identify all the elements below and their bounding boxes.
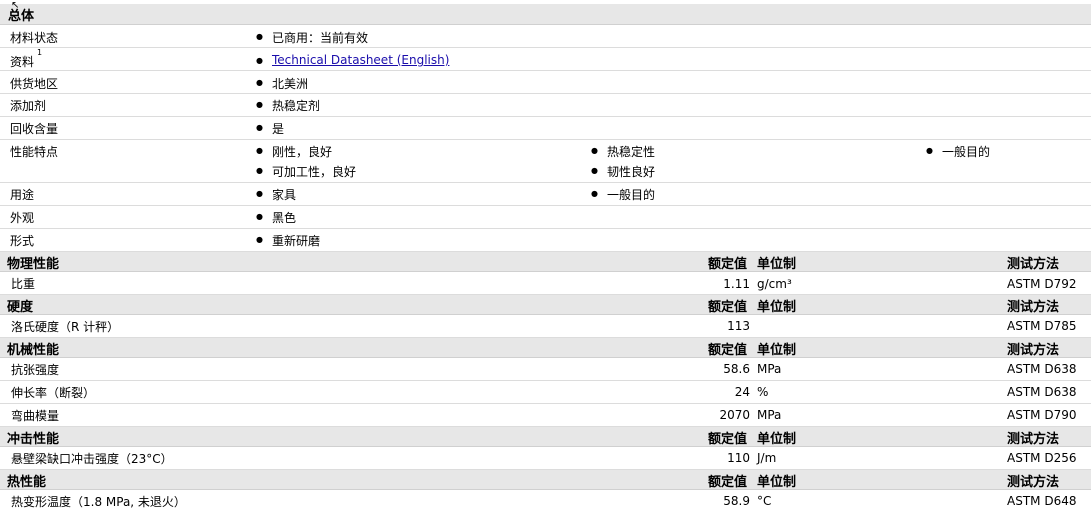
section-header-general: 总体	[0, 4, 1091, 25]
property-method: ASTM D648	[1007, 494, 1077, 508]
col-unit: 单位制	[757, 343, 797, 358]
row-item: 热稳定性	[591, 143, 655, 160]
general-row: 添加剂 热稳定剂	[0, 94, 1091, 117]
property-row: 弯曲模量 2070 MPa ASTM D790	[0, 404, 1091, 427]
section-header-physical: 物理性能 额定值 单位制 测试方法	[0, 252, 1091, 272]
col-nominal: 额定值	[708, 343, 748, 358]
general-row: 材料状态 已商用：当前有效	[0, 25, 1091, 48]
section-header-impact: 冲击性能 额定值 单位制 测试方法	[0, 427, 1091, 447]
property-row: 伸长率（断裂） 24 % ASTM D638	[0, 381, 1091, 404]
section-title: 热性能	[7, 475, 47, 490]
col-method: 测试方法	[1007, 432, 1060, 447]
general-row: 形式 重新研磨	[0, 229, 1091, 252]
property-value: 58.6	[723, 362, 750, 376]
label-text: 资料	[10, 55, 35, 69]
general-row: 外观 黑色	[0, 206, 1091, 229]
section-header-mechanical: 机械性能 额定值 单位制 测试方法	[0, 338, 1091, 358]
property-value: 113	[727, 319, 750, 333]
general-row: 资料1 Technical Datasheet (English)	[0, 48, 1091, 71]
property-row: 比重 1.11 g/cm³ ASTM D792	[0, 272, 1091, 295]
property-unit: MPa	[757, 408, 782, 422]
cursor-icon: ↖	[11, 0, 20, 11]
col-method: 测试方法	[1007, 257, 1060, 272]
property-value: 58.9	[723, 494, 750, 508]
row-item: 重新研磨	[256, 232, 320, 249]
row-label: 用途	[10, 188, 35, 202]
col-nominal: 额定值	[708, 475, 748, 490]
row-item: 一般目的	[926, 143, 990, 160]
col-nominal: 额定值	[708, 257, 748, 272]
general-row: 回收含量 是	[0, 117, 1091, 140]
col-unit: 单位制	[757, 432, 797, 447]
property-value: 2070	[719, 408, 750, 422]
section-title: 物理性能	[7, 257, 60, 272]
row-label: 外观	[10, 211, 35, 225]
row-label: 材料状态	[10, 31, 59, 45]
row-label: 添加剂	[10, 99, 47, 113]
property-row: 悬壁梁缺口冲击强度（23°C） 110 J/m ASTM D256	[0, 447, 1091, 470]
property-method: ASTM D638	[1007, 385, 1077, 399]
property-row: 洛氏硬度（R 计秤） 113 ASTM D785	[0, 315, 1091, 338]
footnote-marker: 1	[37, 48, 43, 57]
property-unit: °C	[757, 494, 772, 508]
row-label: 回收含量	[10, 122, 59, 136]
datasheet-link-item: Technical Datasheet (English)	[256, 53, 449, 67]
col-nominal: 额定值	[708, 432, 748, 447]
property-method: ASTM D638	[1007, 362, 1077, 376]
col-method: 测试方法	[1007, 475, 1060, 490]
col-method: 测试方法	[1007, 343, 1060, 358]
property-method: ASTM D792	[1007, 277, 1077, 291]
general-row: 用途 家具 一般目的	[0, 183, 1091, 206]
section-title: 硬度	[7, 300, 34, 315]
row-item: 已商用：当前有效	[256, 29, 368, 46]
row-item: 北美洲	[256, 75, 308, 92]
col-unit: 单位制	[757, 257, 797, 272]
col-unit: 单位制	[757, 300, 797, 315]
property-label: 洛氏硬度（R 计秤）	[11, 320, 120, 334]
row-item: 家具	[256, 186, 296, 203]
property-unit: MPa	[757, 362, 782, 376]
property-label: 比重	[11, 277, 36, 291]
property-method: ASTM D785	[1007, 319, 1077, 333]
property-value: 1.11	[723, 277, 750, 291]
row-label: 资料1	[10, 48, 42, 70]
section-title: 冲击性能	[7, 432, 60, 447]
property-unit: g/cm³	[757, 277, 792, 291]
property-label: 悬壁梁缺口冲击强度（23°C）	[11, 452, 173, 466]
row-item: 可加工性，良好	[256, 163, 356, 180]
row-item: 刚性，良好	[256, 143, 332, 160]
row-label: 性能特点	[10, 145, 59, 159]
col-nominal: 额定值	[708, 300, 748, 315]
section-header-thermal: 热性能 额定值 单位制 测试方法	[0, 470, 1091, 490]
property-value: 24	[734, 385, 750, 399]
property-row: 热变形温度（1.8 MPa, 未退火） 58.9 °C ASTM D648	[0, 490, 1091, 510]
row-item: 热稳定剂	[256, 97, 320, 114]
section-title: 机械性能	[7, 343, 60, 358]
property-label: 热变形温度（1.8 MPa, 未退火）	[11, 495, 186, 509]
general-row: 性能特点 刚性，良好 可加工性，良好 热稳定性 韧性良好 一般目的	[0, 140, 1091, 183]
section-header-hardness: 硬度 额定值 单位制 测试方法	[0, 295, 1091, 315]
property-unit: %	[757, 385, 769, 399]
property-value: 110	[727, 451, 750, 465]
col-unit: 单位制	[757, 475, 797, 490]
property-label: 弯曲模量	[11, 409, 60, 423]
property-method: ASTM D790	[1007, 408, 1077, 422]
property-unit: J/m	[757, 451, 777, 465]
row-item: 一般目的	[591, 186, 655, 203]
property-method: ASTM D256	[1007, 451, 1077, 465]
property-row: 抗张强度 58.6 MPa ASTM D638	[0, 358, 1091, 381]
datasheet-link[interactable]: Technical Datasheet (English)	[272, 53, 449, 67]
row-item: 是	[256, 120, 284, 137]
row-label: 供货地区	[10, 77, 59, 91]
property-label: 伸长率（断裂）	[11, 386, 96, 400]
property-label: 抗张强度	[11, 363, 60, 377]
row-item: 黑色	[256, 209, 296, 226]
row-item: 韧性良好	[591, 163, 655, 180]
general-row: 供货地区 北美洲	[0, 71, 1091, 94]
col-method: 测试方法	[1007, 300, 1060, 315]
row-label: 形式	[10, 234, 35, 248]
